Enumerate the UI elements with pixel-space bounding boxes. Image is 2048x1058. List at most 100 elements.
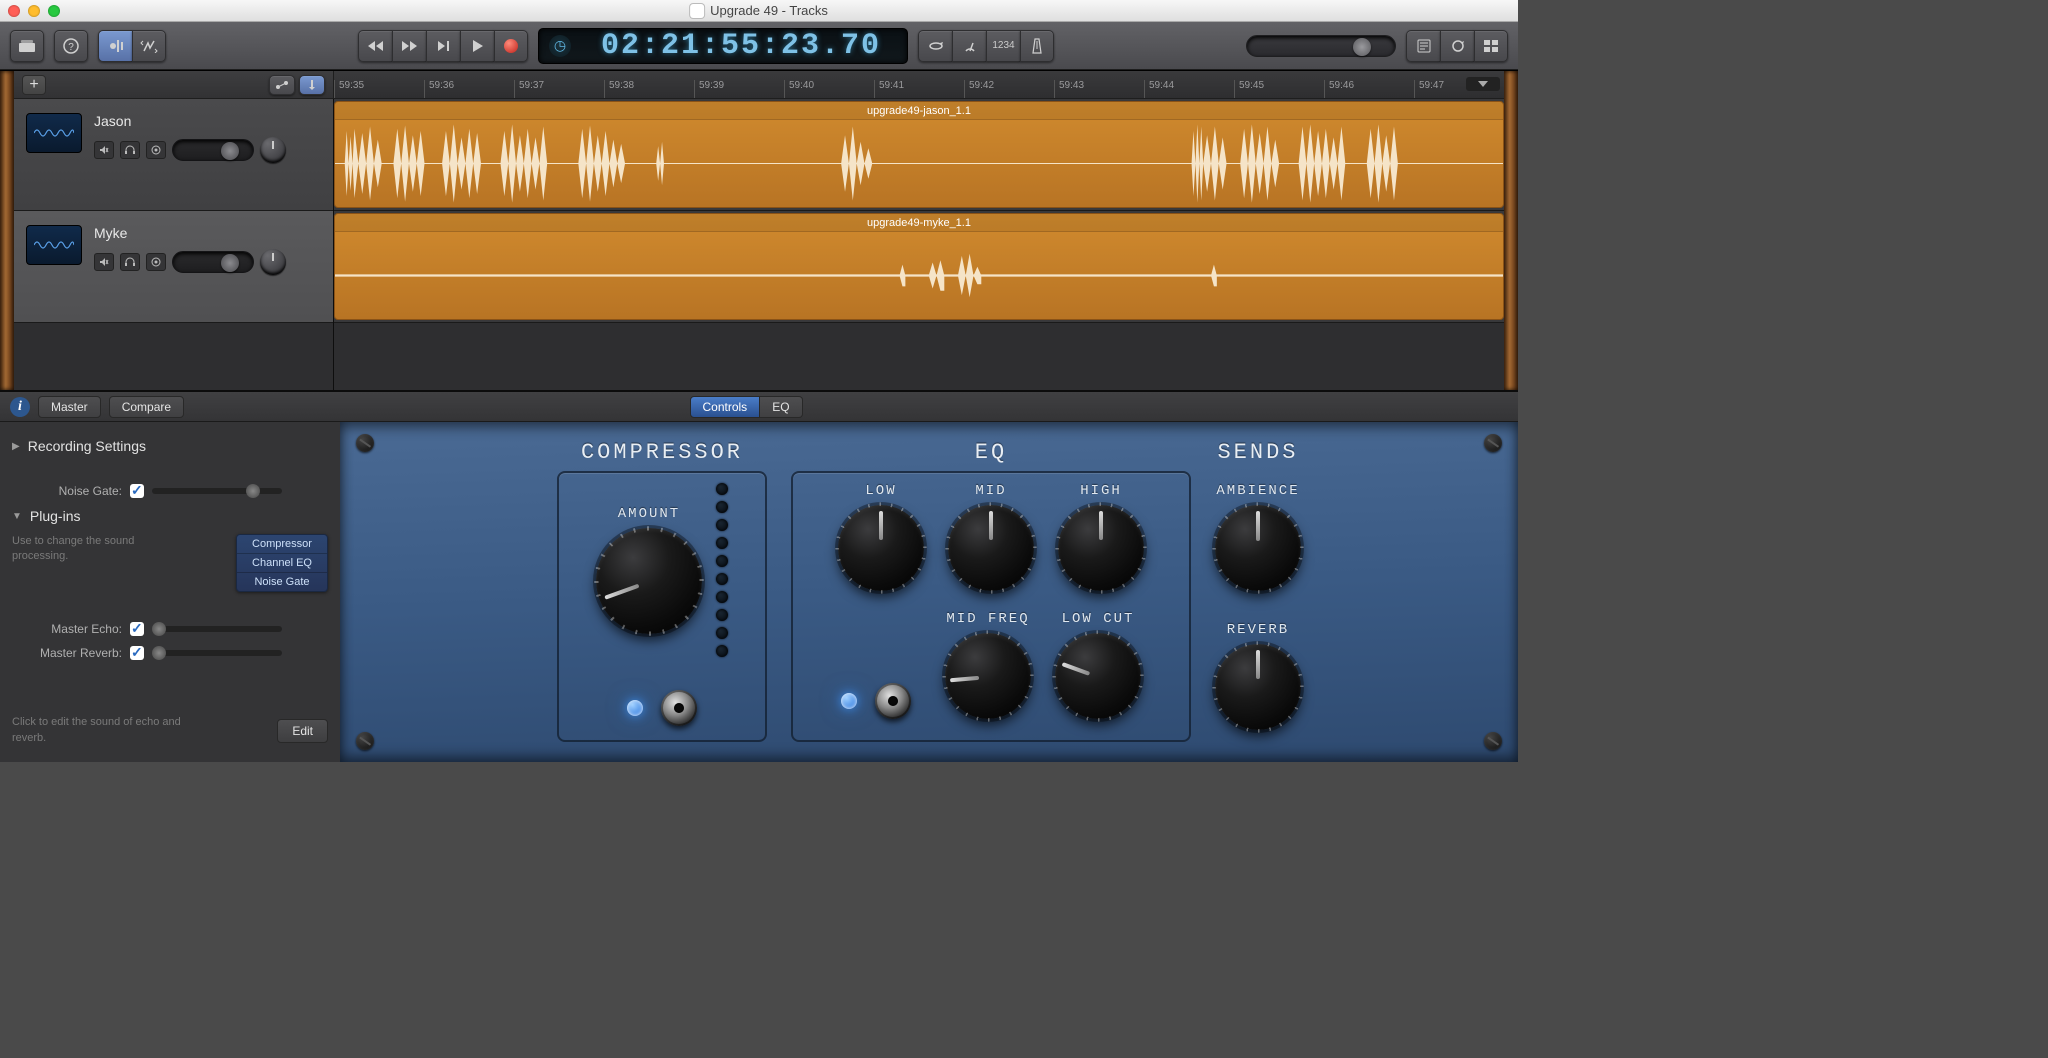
plugin-slot[interactable]: Noise Gate — [237, 573, 327, 591]
track-header[interactable]: Myke — [14, 211, 333, 323]
tab-eq[interactable]: EQ — [760, 396, 802, 418]
solo-headphones-button[interactable] — [120, 253, 140, 271]
library-button[interactable] — [10, 30, 44, 62]
audio-region[interactable]: upgrade49-jason_1.1 — [334, 101, 1504, 208]
window-titlebar: Upgrade 49 - Tracks — [0, 0, 1518, 22]
track-pan-knob[interactable] — [260, 137, 286, 163]
eq-lowcut-knob[interactable] — [1055, 633, 1141, 719]
loops-button[interactable] — [1440, 30, 1474, 62]
toolbar: ? ◷ 02:21:55:23.70 1234 — [0, 22, 1518, 70]
ruler-tick: 59:45 — [1234, 80, 1324, 98]
eq-high-knob[interactable] — [1058, 505, 1144, 591]
master-reverb-slider[interactable] — [152, 650, 282, 656]
master-echo-slider[interactable] — [152, 626, 282, 632]
track-lane[interactable]: upgrade49-jason_1.1 — [334, 99, 1504, 211]
metronome-button[interactable] — [1020, 30, 1054, 62]
inspector-toggle[interactable]: i — [10, 397, 30, 417]
noise-gate-checkbox[interactable] — [130, 484, 144, 498]
recording-settings-disclosure[interactable]: ▶ Recording Settings — [12, 438, 328, 454]
eq-bypass-switch[interactable] — [875, 683, 911, 719]
mute-button[interactable] — [94, 253, 114, 271]
track-pane: + 59:3559:3659:3759:3859:3959:4059:4159:… — [14, 71, 1504, 390]
solo-headphones-button[interactable] — [120, 141, 140, 159]
sends-section: SENDS AMBIENCE REVERB — [1215, 440, 1301, 742]
count-in-button[interactable]: 1234 — [986, 30, 1020, 62]
eq-midfreq-knob[interactable] — [945, 633, 1031, 719]
input-monitor-button[interactable] — [146, 141, 166, 159]
plugin-slot[interactable]: Channel EQ — [237, 554, 327, 573]
automation-view-toggle[interactable] — [269, 75, 295, 95]
waveform — [335, 232, 1503, 319]
plugin-list[interactable]: Compressor Channel EQ Noise Gate — [236, 534, 328, 592]
forward-button[interactable] — [392, 30, 426, 62]
timeline-ruler[interactable]: 59:3559:3659:3759:3859:3959:4059:4159:42… — [334, 71, 1504, 98]
reverb-send-knob[interactable] — [1215, 644, 1301, 730]
ruler-end-marker[interactable] — [1466, 77, 1500, 91]
stop-button[interactable] — [426, 30, 460, 62]
disclosure-down-icon: ▼ — [12, 511, 22, 522]
ambience-send-knob[interactable] — [1215, 505, 1301, 591]
compressor-amount-knob[interactable] — [596, 528, 702, 634]
ruler-tick: 59:43 — [1054, 80, 1144, 98]
plugins-hint: Use to change the sound processing. — [12, 534, 192, 565]
close-window-button[interactable] — [8, 5, 20, 17]
tuner-button[interactable] — [952, 30, 986, 62]
smart-controls-toggle[interactable] — [98, 30, 132, 62]
eq-on-led — [841, 693, 857, 709]
window-title-text: Upgrade 49 - Tracks — [710, 3, 828, 18]
window-title: Upgrade 49 - Tracks — [690, 3, 828, 18]
ruler-tick: 59:35 — [334, 80, 424, 98]
track-empty-area — [14, 323, 333, 390]
input-monitor-button[interactable] — [146, 253, 166, 271]
zoom-window-button[interactable] — [48, 5, 60, 17]
plugins-disclosure[interactable]: ▼ Plug-ins — [12, 508, 328, 524]
eq-section: EQ LOW MID HIGH MID F — [791, 440, 1191, 742]
record-button[interactable] — [494, 30, 528, 62]
compressor-bypass-switch[interactable] — [661, 690, 697, 726]
eq-low-knob[interactable] — [838, 505, 924, 591]
ruler-tick: 59:40 — [784, 80, 874, 98]
editors-toggle[interactable] — [132, 30, 166, 62]
reverb-label: REVERB — [1227, 622, 1289, 638]
compressor-section: COMPRESSOR AMOUNT — [557, 440, 767, 742]
mute-button[interactable] — [94, 141, 114, 159]
wood-side-left — [0, 71, 14, 390]
svg-text:?: ? — [68, 42, 74, 53]
compressor-title: COMPRESSOR — [581, 440, 743, 465]
edit-button[interactable]: Edit — [277, 719, 328, 743]
track-header[interactable]: Jason — [14, 99, 333, 211]
track-name: Jason — [94, 113, 321, 129]
plugin-slot[interactable]: Compressor — [237, 535, 327, 554]
catch-playhead-toggle[interactable] — [299, 75, 325, 95]
play-button[interactable] — [460, 30, 494, 62]
cycle-button[interactable] — [918, 30, 952, 62]
notepad-button[interactable] — [1406, 30, 1440, 62]
tab-controls[interactable]: Controls — [690, 396, 761, 418]
media-browser-button[interactable] — [1474, 30, 1508, 62]
rewind-button[interactable] — [358, 30, 392, 62]
track-volume-slider[interactable] — [172, 251, 254, 273]
minimize-window-button[interactable] — [28, 5, 40, 17]
edit-hint: Click to edit the sound of echo and reve… — [12, 715, 192, 746]
ruler-tick: 59:37 — [514, 80, 604, 98]
quick-help-button[interactable]: ? — [54, 30, 88, 62]
track-volume-slider[interactable] — [172, 139, 254, 161]
ambience-label: AMBIENCE — [1216, 483, 1299, 499]
track-pan-knob[interactable] — [260, 249, 286, 275]
track-name: Myke — [94, 225, 321, 241]
noise-gate-slider[interactable] — [152, 488, 282, 494]
add-track-button[interactable]: + — [22, 75, 46, 95]
track-lane[interactable]: upgrade49-myke_1.1 — [334, 211, 1504, 323]
tracks-area: + 59:3559:3659:3759:3859:3959:4059:4159:… — [0, 70, 1518, 390]
master-echo-checkbox[interactable] — [130, 622, 144, 636]
master-volume-slider[interactable] — [1246, 35, 1396, 57]
eq-mid-knob[interactable] — [948, 505, 1034, 591]
master-button[interactable]: Master — [38, 396, 101, 418]
compressor-on-led — [627, 700, 643, 716]
ruler-tick: 59:38 — [604, 80, 694, 98]
compare-button[interactable]: Compare — [109, 396, 184, 418]
audio-region[interactable]: upgrade49-myke_1.1 — [334, 213, 1504, 320]
master-reverb-checkbox[interactable] — [130, 646, 144, 660]
lcd-display[interactable]: ◷ 02:21:55:23.70 — [538, 28, 908, 64]
arrangement-area[interactable]: upgrade49-jason_1.1 upgrade49-myke_1.1 — [334, 99, 1504, 390]
